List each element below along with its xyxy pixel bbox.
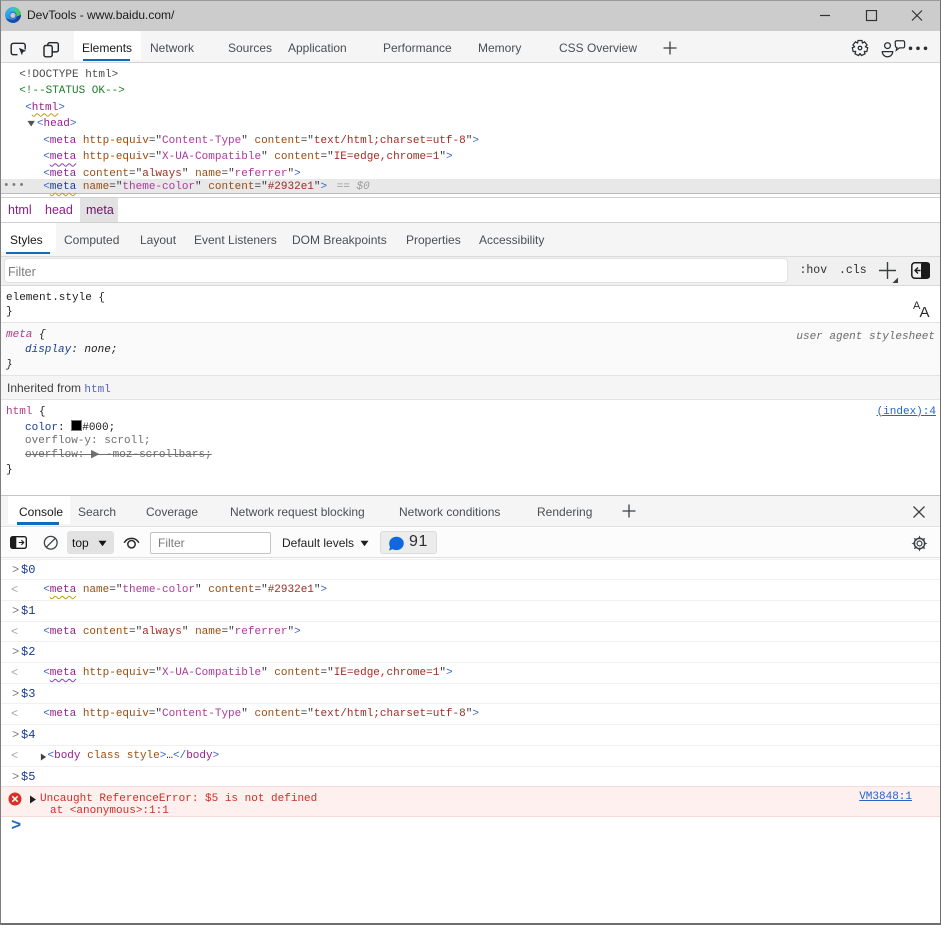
svg-text:A: A <box>920 304 930 319</box>
